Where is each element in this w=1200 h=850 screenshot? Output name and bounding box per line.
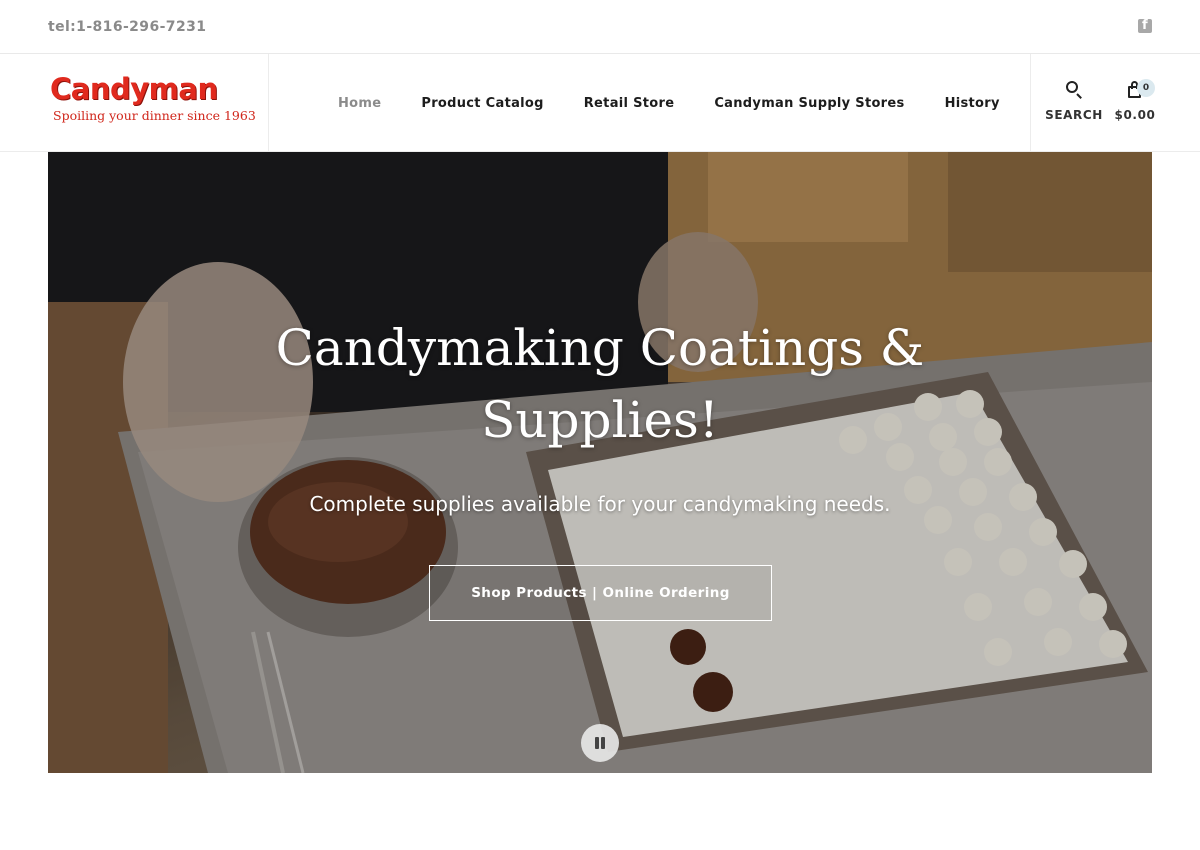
site-header: Candyman Spoiling your dinner since 1963… [0, 54, 1200, 152]
nav-item-home[interactable]: Home [318, 96, 401, 111]
nav-item-supply-stores[interactable]: Candyman Supply Stores [694, 96, 924, 111]
top-bar: tel:1-816-296-7231 f [0, 0, 1200, 54]
hero-subtitle: Complete supplies available for your can… [309, 492, 891, 516]
nav-item-retail-store[interactable]: Retail Store [564, 96, 695, 111]
logo-tagline: Spoiling your dinner since 1963 [53, 108, 256, 123]
search-button[interactable]: SEARCH [1045, 80, 1103, 122]
cart-button[interactable]: 0 $0.00 [1113, 79, 1157, 122]
header-tools: SEARCH 0 $0.00 [1030, 54, 1200, 152]
nav-item-product-catalog[interactable]: Product Catalog [401, 96, 563, 111]
search-icon [1065, 80, 1083, 99]
facebook-icon[interactable]: f [1138, 18, 1152, 33]
hero-overlay [48, 152, 1152, 773]
main-nav: Home Product Catalog Retail Store Candym… [318, 54, 1020, 152]
shop-products-button[interactable]: Shop Products | Online Ordering [429, 565, 772, 621]
hero-title-line-1: Candymaking Coatings & [275, 319, 925, 377]
logo-wordmark: Candyman [50, 72, 218, 106]
search-label: SEARCH [1045, 108, 1103, 122]
pause-icon [595, 737, 599, 749]
nav-item-history[interactable]: History [925, 96, 1020, 111]
logo[interactable]: Candyman Spoiling your dinner since 1963 [48, 54, 269, 152]
video-pause-button[interactable] [581, 724, 619, 762]
hero-banner: Candymaking Coatings & Supplies! Complet… [48, 152, 1152, 773]
cart-count-badge: 0 [1137, 79, 1155, 97]
hero-title: Candymaking Coatings & Supplies! [248, 312, 952, 456]
phone-link[interactable]: tel:1-816-296-7231 [48, 19, 206, 35]
hero-title-line-2: Supplies! [481, 391, 719, 449]
cart-total: $0.00 [1114, 108, 1156, 122]
